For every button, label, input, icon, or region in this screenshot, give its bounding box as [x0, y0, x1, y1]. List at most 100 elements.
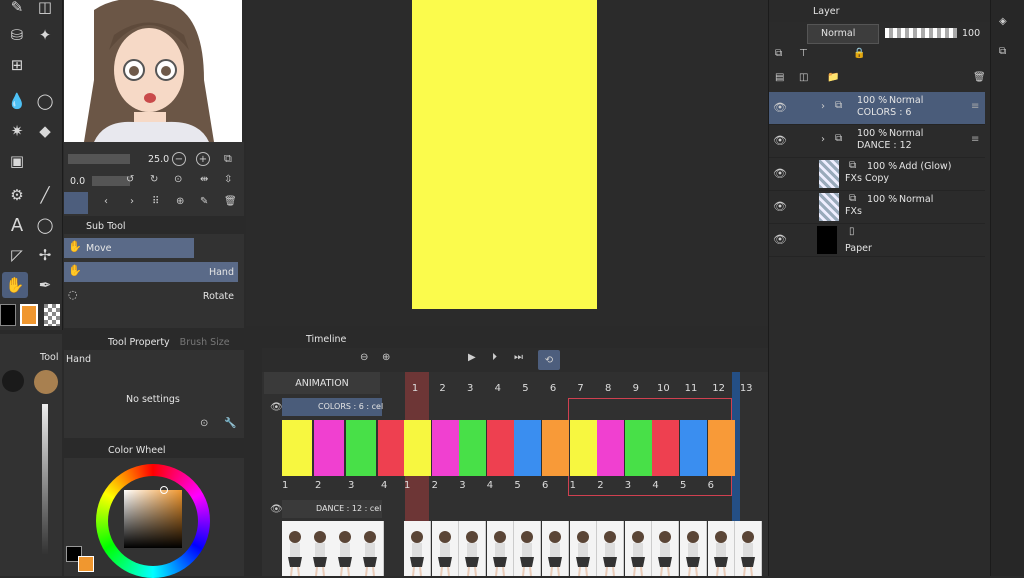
layer-row[interactable]: 👁 ▯ Paper — [769, 224, 985, 257]
zoom-in-timeline-icon[interactable]: ⊕ — [382, 352, 390, 363]
dance-frame-thumbnail[interactable] — [332, 521, 359, 576]
fit-icon[interactable]: ⧉ — [224, 152, 232, 166]
zoom-slider[interactable] — [68, 154, 130, 164]
tool-property-tab[interactable]: Tool Property — [108, 337, 170, 348]
saturation-square[interactable] — [124, 490, 182, 548]
dance-frame-thumbnail[interactable] — [624, 521, 652, 576]
layer-dock-icon[interactable]: ◈ — [999, 16, 1007, 27]
layer-tab[interactable]: Layer — [813, 6, 840, 17]
eyedropper-icon[interactable]: ✒ — [32, 272, 58, 298]
color-picker-handle[interactable] — [160, 486, 168, 494]
gradient-icon[interactable]: ▣ — [4, 148, 30, 174]
subtool-group[interactable]: Move — [64, 238, 194, 258]
last-frame-icon[interactable]: ⏭ — [514, 352, 523, 363]
frame-number[interactable]: 2 — [433, 383, 453, 394]
next-icon[interactable]: › — [130, 196, 134, 207]
animation-folder[interactable]: ANIMATION — [264, 372, 380, 394]
next-frame-icon[interactable]: ⏵ — [492, 352, 497, 363]
color-cel[interactable] — [707, 420, 735, 476]
subtool-item-hand[interactable]: Hand — [64, 262, 238, 282]
zoom-out-icon[interactable]: − — [172, 152, 186, 166]
text-icon[interactable]: A — [4, 212, 30, 238]
dance-frame-thumbnail[interactable] — [514, 521, 542, 576]
dance-frame-thumbnail[interactable] — [431, 521, 459, 576]
grid-view-icon[interactable]: ⠿ — [152, 196, 159, 207]
color-cel[interactable] — [514, 420, 542, 476]
color-cel[interactable] — [404, 420, 431, 476]
frame-number[interactable]: 12 — [709, 383, 729, 394]
add-icon[interactable]: ⊕ — [176, 196, 184, 207]
frame-number[interactable]: 11 — [681, 383, 701, 394]
dock-layer-icon[interactable]: ⧉ — [999, 46, 1006, 57]
delete-layer-icon[interactable]: 🗑 — [973, 72, 986, 83]
frame-number[interactable]: 9 — [626, 383, 646, 394]
layer-menu-icon[interactable]: ≡ — [971, 134, 979, 145]
subtool-tab[interactable]: Sub Tool — [86, 221, 126, 232]
frame-number[interactable]: 6 — [543, 383, 563, 394]
color-cel[interactable] — [680, 420, 707, 476]
color-cel[interactable] — [314, 420, 344, 476]
flip-horizontal-icon[interactable]: ⇹ — [200, 174, 208, 185]
dance-frame-thumbnail[interactable] — [307, 521, 334, 576]
flip-vertical-icon[interactable]: ⇳ — [224, 174, 232, 185]
dance-frame-thumbnail[interactable] — [735, 521, 763, 576]
dance-frame-thumbnail[interactable] — [597, 521, 625, 576]
frame-number[interactable]: 5 — [515, 383, 535, 394]
reset-rotation-icon[interactable]: ↺ — [126, 174, 134, 185]
dance-frame-thumbnail[interactable] — [459, 521, 487, 576]
brush-size-dot[interactable] — [2, 370, 24, 392]
grid-icon[interactable]: ⊞ — [4, 52, 30, 78]
rotation-slider[interactable] — [92, 176, 130, 186]
eye-icon[interactable]: 👁 — [773, 200, 787, 214]
expand-icon[interactable]: › — [821, 101, 825, 112]
brush-color-dot[interactable] — [34, 370, 58, 394]
zoom-out-timeline-icon[interactable]: ⊖ — [360, 352, 368, 363]
subtool-item-rotate[interactable]: Rotate — [64, 286, 238, 306]
pen-icon[interactable]: ✎ — [4, 0, 30, 20]
timeline-tab[interactable]: Timeline — [306, 334, 346, 345]
layer-menu-icon[interactable]: ≡ — [971, 101, 979, 112]
correct-line-icon[interactable]: ✢ — [32, 242, 58, 268]
sparkle-icon[interactable]: ✦ — [32, 22, 58, 48]
brush-size-tab[interactable]: Brush Size — [180, 337, 230, 348]
eye-icon[interactable]: 👁 — [270, 402, 283, 413]
frame-number[interactable]: 4 — [488, 383, 508, 394]
canvas[interactable] — [412, 0, 597, 309]
figure-icon[interactable]: ⚙ — [4, 182, 30, 208]
lasso-icon[interactable]: ◯ — [32, 88, 58, 114]
loop-icon[interactable]: ⟲ — [538, 350, 560, 370]
edit-icon[interactable]: ✎ — [200, 196, 208, 207]
new-folder-icon[interactable]: 📁 — [827, 72, 839, 83]
color-cel[interactable] — [597, 420, 625, 476]
prev-icon[interactable]: ‹ — [104, 196, 108, 207]
dance-frame-thumbnail[interactable] — [680, 521, 707, 576]
eye-icon[interactable]: 👁 — [270, 504, 283, 515]
dance-frame-thumbnail[interactable] — [404, 521, 431, 576]
dance-frame-thumbnail[interactable] — [652, 521, 680, 576]
main-color-swatch[interactable] — [20, 304, 38, 326]
color-cel[interactable] — [569, 420, 597, 476]
eye-icon[interactable]: 👁 — [773, 167, 787, 181]
wrench-icon[interactable]: 🔧 — [224, 418, 236, 429]
new-raster-layer-icon[interactable]: ▤ — [775, 72, 784, 83]
rotate-right-icon[interactable]: ↻ — [150, 174, 158, 185]
reset-icon[interactable]: ⊙ — [174, 174, 182, 185]
frame-number[interactable]: 8 — [598, 383, 618, 394]
color-cel[interactable] — [346, 420, 376, 476]
eraser-icon[interactable]: ◫ — [32, 0, 58, 20]
dance-frame-thumbnail[interactable] — [486, 521, 514, 576]
frame-number[interactable]: 3 — [460, 383, 480, 394]
blend-icon[interactable]: 💧 — [4, 88, 30, 114]
line-icon[interactable]: ╱ — [32, 182, 58, 208]
dance-frame-thumbnail[interactable] — [282, 521, 309, 576]
color-cel[interactable] — [652, 420, 680, 476]
balloon-icon[interactable]: ◯ — [32, 212, 58, 238]
color-cel[interactable] — [431, 420, 459, 476]
color-wheel-tab[interactable]: Color Wheel — [108, 445, 166, 456]
frame-number[interactable]: 13 — [736, 383, 756, 394]
color-cel[interactable] — [542, 420, 569, 476]
main-color-chip[interactable] — [78, 556, 94, 572]
color-cel[interactable] — [282, 420, 312, 476]
dance-frame-thumbnail[interactable] — [357, 521, 384, 576]
layer-option-icon[interactable]: ⧉ — [775, 48, 782, 59]
